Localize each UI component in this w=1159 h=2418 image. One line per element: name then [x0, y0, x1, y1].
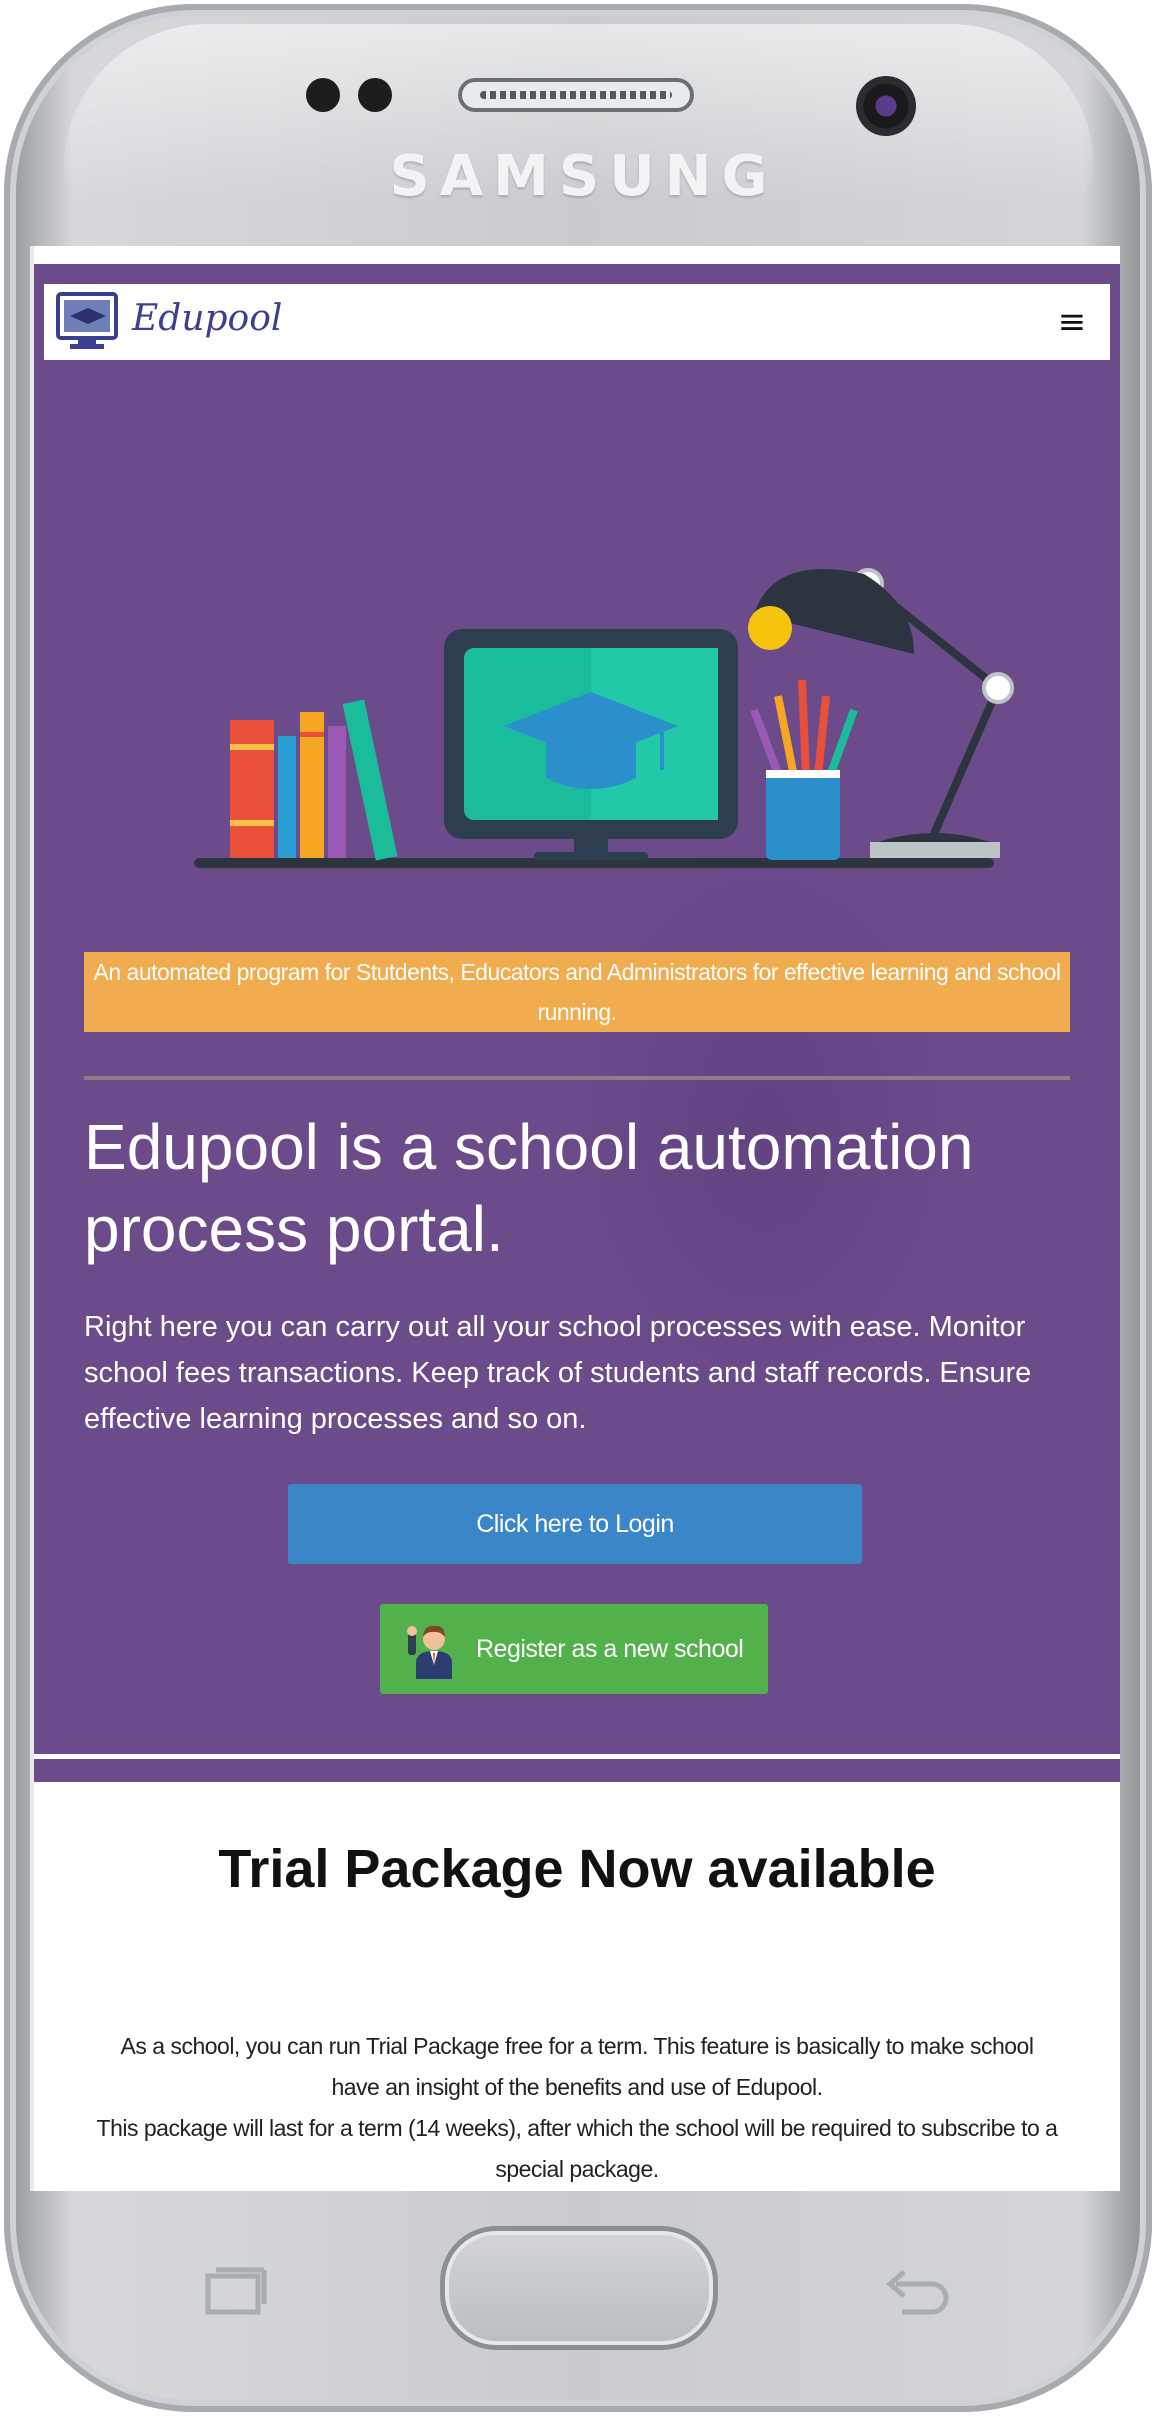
- back-icon[interactable]: [874, 2262, 954, 2322]
- pencil-cup-icon: [750, 679, 858, 860]
- person-avatar-icon: [407, 1625, 452, 1679]
- home-button[interactable]: [440, 2226, 718, 2350]
- books-icon: [230, 699, 398, 861]
- hero-bottom-divider: [34, 1754, 1120, 1759]
- hero-description: Right here you can carry out all your sc…: [84, 1311, 1032, 1435]
- hero-tagline: An automated program for Stutdents, Educ…: [84, 952, 1070, 1032]
- trial-description-line-1: As a school, you can run Trial Package f…: [120, 2033, 1034, 2100]
- phone-screen: Edupool ≡ An automated program for Stutd…: [34, 246, 1120, 2191]
- trial-package-title: Trial Package Now available: [218, 1839, 936, 1899]
- earpiece-speaker: [458, 78, 694, 112]
- hero-headline: Edupool is a school automation process p…: [84, 1111, 974, 1265]
- hamburger-menu-icon[interactable]: ≡: [1052, 302, 1092, 342]
- login-button[interactable]: Click here to Login: [288, 1484, 862, 1564]
- hero-divider: [84, 1076, 1070, 1080]
- hero-section: Edupool ≡ An automated program for Stutd…: [34, 264, 1120, 1782]
- desk-illustration: [154, 464, 1014, 884]
- monitor-icon: [444, 629, 738, 860]
- edupool-logo-icon[interactable]: [56, 292, 118, 352]
- register-button-label: Register as a new school: [476, 1634, 744, 1663]
- recent-apps-icon[interactable]: [194, 2262, 274, 2322]
- front-camera-icon: [856, 76, 916, 136]
- device-brand-label: SAMSUNG: [389, 144, 778, 209]
- top-navbar: Edupool ≡: [44, 284, 1110, 360]
- light-sensor: [358, 78, 392, 112]
- trial-description-line-2: This package will last for a term (14 we…: [96, 2115, 1058, 2182]
- register-school-button[interactable]: Register as a new school: [380, 1604, 768, 1694]
- proximity-sensor: [306, 78, 340, 112]
- logo-text[interactable]: Edupool: [132, 298, 282, 339]
- trial-package-description: As a school, you can run Trial Package f…: [94, 2026, 1060, 2190]
